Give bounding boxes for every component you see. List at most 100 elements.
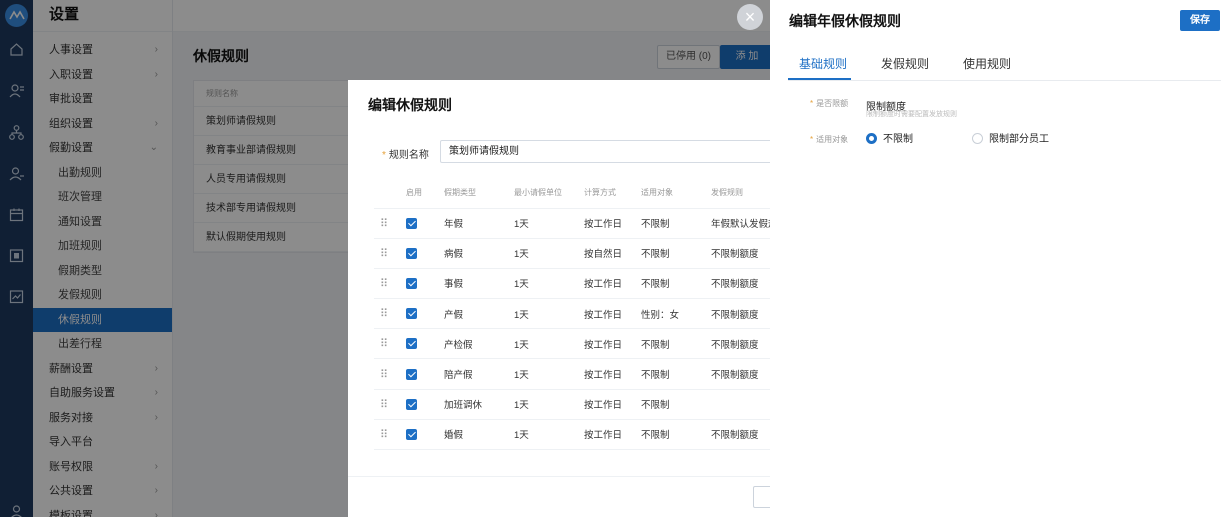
cell-target: 不限制 xyxy=(635,358,705,390)
enabled-checkbox[interactable] xyxy=(406,308,417,320)
cell-leave-type: 年假 xyxy=(438,208,508,239)
table-row[interactable]: ⠿ 加班调休 1天 按工作日 不限制 xyxy=(374,389,794,420)
cell-calc-method: 按工作日 xyxy=(578,208,635,239)
enabled-checkbox[interactable] xyxy=(406,217,417,229)
enabled-checkbox[interactable] xyxy=(406,247,417,259)
table-cell xyxy=(400,298,438,330)
table-cell: ⠿ xyxy=(374,389,400,420)
cell-leave-type: 产检假 xyxy=(438,328,508,360)
table-row[interactable]: ⠿ 年假 1天 按工作日 不限制 年假默认发假规 xyxy=(374,208,794,239)
table-cell xyxy=(400,358,438,390)
table-cell: ⠿ xyxy=(374,268,400,300)
cell-calc-method: 按工作日 xyxy=(578,389,635,420)
active-tab-indicator xyxy=(788,78,851,80)
table-cell: ⠿ xyxy=(374,419,400,451)
cell-calc-method: 按自然日 xyxy=(578,238,635,269)
edit-annual-leave-drawer: 编辑年假休假规则 保存 基础规则 发假规则 使用规则 * 是否限额 限制额度 限制… xyxy=(770,0,1232,517)
table-row[interactable]: ⠿ 陪产假 1天 按工作日 不限制 不限制额度 xyxy=(374,358,794,390)
target-radio-partial[interactable]: 限制部分员工 xyxy=(972,133,1049,146)
radio-unselected-icon xyxy=(972,133,983,144)
drag-handle-icon[interactable]: ⠿ xyxy=(380,338,388,350)
cell-min-unit: 1天 xyxy=(508,298,578,330)
modal-title: 编辑休假规则 xyxy=(368,97,452,113)
drawer-tabs: 基础规则 发假规则 使用规则 xyxy=(788,46,1221,81)
drag-handle-icon[interactable]: ⠿ xyxy=(380,308,388,320)
cell-leave-type: 事假 xyxy=(438,268,508,300)
table-row[interactable]: ⠿ 产检假 1天 按工作日 不限制 不限制额度 xyxy=(374,328,794,360)
rule-name-label: * 规则名称 xyxy=(382,150,429,161)
table-cell: ⠿ xyxy=(374,208,400,239)
table-cell: ⠿ xyxy=(374,298,400,330)
col-min-unit: 最小请假单位 xyxy=(508,178,578,209)
limit-hint: 限制额度时需要配置发放规则 xyxy=(866,111,957,118)
cell-calc-method: 按工作日 xyxy=(578,358,635,390)
cell-min-unit: 1天 xyxy=(508,419,578,451)
cell-target: 不限制 xyxy=(635,419,705,451)
cell-target: 不限制 xyxy=(635,389,705,420)
table-header-row: 启用 假期类型 最小请假单位 计算方式 适用对象 发假规则 xyxy=(374,178,794,209)
cell-target: 性别：女 xyxy=(635,298,705,330)
leave-type-table: 启用 假期类型 最小请假单位 计算方式 适用对象 发假规则 ⠿ 年假 1天 按工作日不… xyxy=(374,178,794,451)
cell-min-unit: 1天 xyxy=(508,328,578,360)
cell-leave-type: 婚假 xyxy=(438,419,508,451)
cell-target: 不限制 xyxy=(635,268,705,300)
cell-leave-type: 产假 xyxy=(438,298,508,330)
drag-handle-icon[interactable]: ⠿ xyxy=(380,369,388,381)
drag-handle-icon[interactable]: ⠿ xyxy=(380,278,388,290)
drag-handle-icon[interactable]: ⠿ xyxy=(380,429,388,441)
table-cell xyxy=(400,268,438,300)
table-row[interactable]: ⠿ 病假 1天 按自然日 不限制 不限制额度 xyxy=(374,238,794,269)
edit-rule-modal: 编辑休假规则 * 规则名称 策划师请假规则 启用 假期类型 最小请假单位 计算方式… xyxy=(348,80,794,517)
tab-grant-rules[interactable]: 发假规则 xyxy=(881,55,929,72)
close-modal-button[interactable]: × xyxy=(737,4,763,30)
cell-min-unit: 1天 xyxy=(508,238,578,269)
table-cell xyxy=(400,328,438,360)
col-leave-type: 假期类型 xyxy=(438,178,508,209)
enabled-checkbox[interactable] xyxy=(406,398,417,410)
tab-basic-rules[interactable]: 基础规则 xyxy=(799,55,847,72)
cell-min-unit: 1天 xyxy=(508,208,578,239)
table-cell: ⠿ xyxy=(374,238,400,269)
table-cell: ⠿ xyxy=(374,358,400,390)
table-row[interactable]: ⠿ 事假 1天 按工作日 不限制 不限制额度 xyxy=(374,268,794,300)
col-enabled: 启用 xyxy=(400,178,438,209)
cell-min-unit: 1天 xyxy=(508,268,578,300)
tab-usage-rules[interactable]: 使用规则 xyxy=(963,55,1011,72)
cell-target: 不限制 xyxy=(635,328,705,360)
cell-min-unit: 1天 xyxy=(508,358,578,390)
cell-calc-method: 按工作日 xyxy=(578,268,635,300)
limit-label: * 是否限额 xyxy=(810,99,849,108)
table-cell xyxy=(400,389,438,420)
enabled-checkbox[interactable] xyxy=(406,368,417,380)
cell-target: 不限制 xyxy=(635,238,705,269)
col-target: 适用对象 xyxy=(635,178,705,209)
cell-calc-method: 按工作日 xyxy=(578,298,635,330)
drag-handle-icon[interactable]: ⠿ xyxy=(380,248,388,260)
cell-calc-method: 按工作日 xyxy=(578,328,635,360)
cell-leave-type: 陪产假 xyxy=(438,358,508,390)
target-radio-unlimited[interactable]: 不限制 xyxy=(866,133,913,146)
col-drag xyxy=(374,178,400,209)
cell-min-unit: 1天 xyxy=(508,389,578,420)
table-row[interactable]: ⠿ 产假 1天 按工作日 性别：女 不限制额度 xyxy=(374,298,794,330)
enabled-checkbox[interactable] xyxy=(406,338,417,350)
table-cell xyxy=(400,208,438,239)
table-cell xyxy=(400,419,438,451)
modal-footer-divider xyxy=(348,476,770,477)
cell-leave-type: 病假 xyxy=(438,238,508,269)
drawer-title: 编辑年假休假规则 xyxy=(789,13,901,29)
drag-handle-icon[interactable]: ⠿ xyxy=(380,218,388,230)
table-cell: ⠿ xyxy=(374,328,400,360)
drag-handle-icon[interactable]: ⠿ xyxy=(380,399,388,411)
cell-target: 不限制 xyxy=(635,208,705,239)
cell-leave-type: 加班调休 xyxy=(438,389,508,420)
enabled-checkbox[interactable] xyxy=(406,277,417,289)
target-label: * 适用对象 xyxy=(810,135,849,144)
col-calc-method: 计算方式 xyxy=(578,178,635,209)
radio-selected-icon xyxy=(866,133,877,144)
rule-name-input[interactable]: 策划师请假规则 xyxy=(440,140,780,163)
save-button[interactable]: 保存 xyxy=(1180,10,1220,31)
table-cell xyxy=(400,238,438,269)
enabled-checkbox[interactable] xyxy=(406,428,417,440)
table-row[interactable]: ⠿ 婚假 1天 按工作日 不限制 不限制额度 xyxy=(374,419,794,451)
